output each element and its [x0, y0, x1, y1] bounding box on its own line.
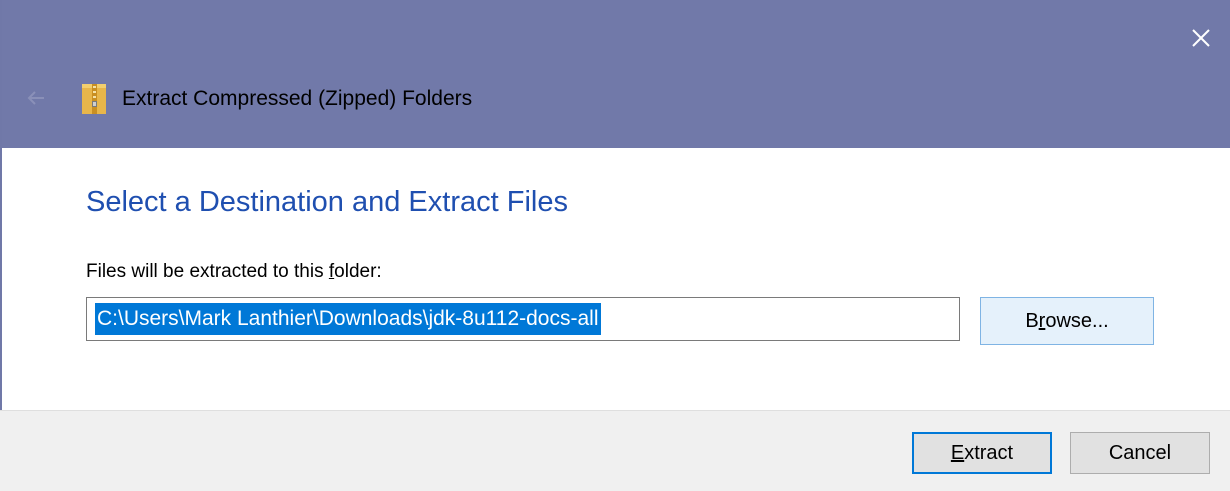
browse-label-after: owse... [1045, 309, 1109, 332]
label-text-before: Files will be extracted to this [86, 261, 329, 282]
destination-path-value[interactable]: C:\Users\Mark Lanthier\Downloads\jdk-8u1… [95, 303, 601, 335]
destination-label: Files will be extracted to this folder: [86, 258, 382, 286]
cancel-button[interactable]: Cancel [1070, 432, 1210, 474]
extract-dialog: Extract Compressed (Zipped) Folders Sele… [0, 0, 1230, 491]
destination-path-input[interactable]: C:\Users\Mark Lanthier\Downloads\jdk-8u1… [86, 297, 960, 341]
close-button[interactable] [1172, 0, 1230, 76]
extract-label-after: xtract [964, 441, 1014, 464]
window-title: Extract Compressed (Zipped) Folders [122, 87, 473, 110]
browse-label-before: B [1025, 309, 1039, 332]
back-button[interactable] [18, 80, 54, 116]
close-icon[interactable] [1190, 27, 1212, 49]
extract-button[interactable]: Extract [912, 432, 1052, 474]
dialog-heading: Select a Destination and Extract Files [86, 186, 568, 218]
title-bar[interactable]: Extract Compressed (Zipped) Folders [0, 0, 1230, 148]
back-arrow-icon[interactable] [26, 90, 46, 106]
browse-button[interactable]: Br owse... [980, 297, 1154, 345]
cancel-label: Cancel [1108, 441, 1172, 464]
zip-folder-icon [82, 84, 106, 114]
browse-hotkey: r [1038, 309, 1046, 332]
extract-hotkey: E [950, 441, 965, 464]
label-text-after: older: [334, 261, 382, 282]
